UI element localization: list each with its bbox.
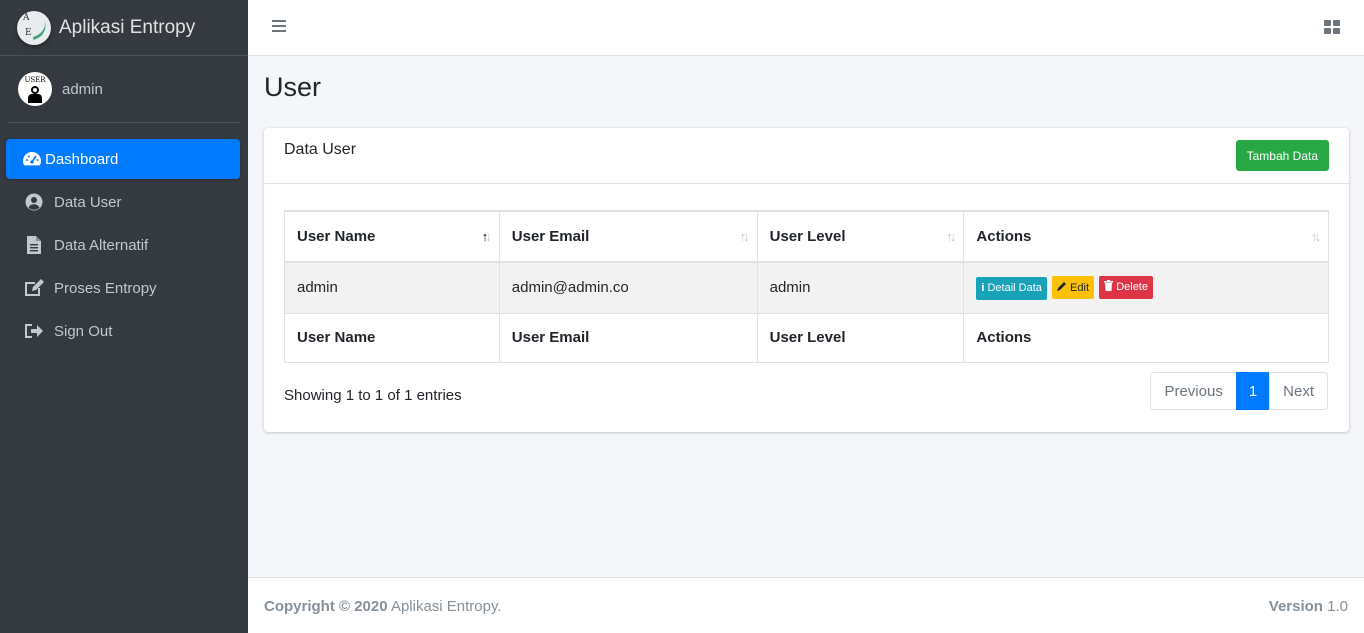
avatar: USER <box>18 72 52 106</box>
edit-icon <box>24 278 44 298</box>
detail-data-button[interactable]: i Detail Data <box>976 276 1047 300</box>
sidebar-item-label: Data Alternatif <box>54 236 149 254</box>
sidebar-item-label: Dashboard <box>45 150 119 168</box>
grid-icon[interactable] <box>1324 20 1340 35</box>
user-circle-icon <box>24 192 44 212</box>
card-title: Data User <box>284 141 357 158</box>
page-1-button[interactable]: 1 <box>1235 372 1271 410</box>
top-navbar <box>248 0 1364 56</box>
data-user-card: Data User Tambah Data User Name ↑↓ User … <box>264 128 1349 432</box>
cell-user-email: admin@admin.co <box>498 261 758 314</box>
cell-user-level: admin <box>756 261 965 314</box>
copyright: Copyright © 2020 Aplikasi Entropy. <box>264 598 502 615</box>
pencil-icon <box>1057 281 1067 294</box>
info-icon: i <box>981 282 985 295</box>
file-icon <box>24 235 44 255</box>
sidebar-item-label: Proses Entropy <box>54 279 157 297</box>
sidebar-item-data-user[interactable]: Data User <box>6 182 240 222</box>
pagination: Previous 1 Next <box>1150 372 1328 410</box>
sort-asc-icon: ↑↓ <box>481 229 492 244</box>
table-info: Showing 1 to 1 of 1 entries <box>284 387 462 404</box>
footer-user-level: User Level <box>756 312 965 363</box>
brand-name: Aplikasi Entropy <box>59 16 196 38</box>
footer-actions: Actions <box>963 312 1329 363</box>
main-sidebar: A E Aplikasi Entropy USER admin Dashboar… <box>0 0 248 633</box>
sidebar-item-label: Sign Out <box>54 322 113 340</box>
sidebar-item-label: Data User <box>54 193 122 211</box>
user-name-link[interactable]: admin <box>62 81 103 98</box>
user-table: User Name ↑↓ User Email ↑↓ User Level ↑↓… <box>284 210 1329 363</box>
previous-button[interactable]: Previous <box>1150 372 1237 410</box>
card-header: Data User Tambah Data <box>264 128 1349 184</box>
column-header-user-email[interactable]: User Email ↑↓ <box>498 210 758 263</box>
cell-actions: i Detail Data Edit Delete <box>963 261 1329 314</box>
cell-user-name: admin <box>284 261 500 314</box>
add-data-button[interactable]: Tambah Data <box>1235 140 1329 171</box>
tachometer-icon <box>22 149 42 169</box>
next-button[interactable]: Next <box>1269 372 1328 410</box>
version-info: Version 1.0 <box>1268 598 1348 615</box>
sidebar-item-data-alternatif[interactable]: Data Alternatif <box>6 225 240 265</box>
column-header-user-name[interactable]: User Name ↑↓ <box>284 210 500 263</box>
sort-icon: ↑↓ <box>739 229 750 244</box>
footer-user-email: User Email <box>498 312 758 363</box>
user-panel: USER admin <box>8 56 240 123</box>
brand-logo: A E <box>17 10 51 45</box>
delete-button[interactable]: Delete <box>1099 275 1153 299</box>
sort-icon: ↑↓ <box>1311 229 1321 244</box>
menu-toggle-icon[interactable] <box>272 20 286 34</box>
footer-user-name: User Name <box>284 312 500 363</box>
table-row: admin admin@admin.co admin i Detail Data… <box>284 261 1329 314</box>
column-header-user-level[interactable]: User Level ↑↓ <box>756 210 965 263</box>
brand-link[interactable]: A E Aplikasi Entropy <box>0 0 248 56</box>
sidebar-item-sign-out[interactable]: Sign Out <box>6 311 240 351</box>
sidebar-item-dashboard[interactable]: Dashboard <box>6 139 240 179</box>
sidebar-item-proses-entropy[interactable]: Proses Entropy <box>6 268 240 308</box>
trash-icon <box>1104 280 1114 294</box>
footer-app-link[interactable]: Aplikasi Entropy. <box>391 598 502 615</box>
column-header-actions[interactable]: Actions ↑↓ <box>963 210 1329 263</box>
page-title: User <box>264 72 322 102</box>
sort-icon: ↑↓ <box>946 229 956 244</box>
sign-out-icon <box>24 321 44 341</box>
edit-button[interactable]: Edit <box>1052 276 1095 300</box>
sidebar-nav: Dashboard Data User Data Alternatif Pros… <box>0 123 248 351</box>
main-footer: Copyright © 2020 Aplikasi Entropy. Versi… <box>248 577 1364 633</box>
